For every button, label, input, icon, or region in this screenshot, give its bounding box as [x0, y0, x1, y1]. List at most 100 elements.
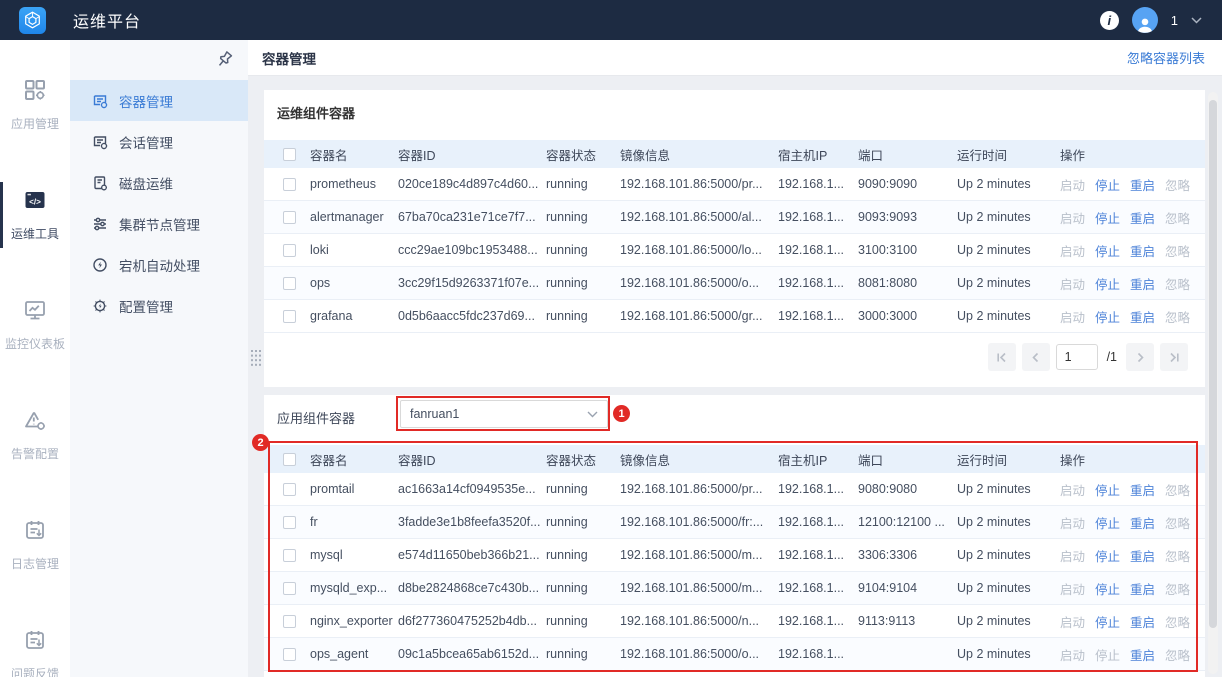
secondary-sidebar: 容器管理 会话管理 磁盘运维 集群节点管理 宕机自动处理 配置管理 — [70, 40, 248, 677]
row-checkbox[interactable] — [283, 244, 296, 258]
submenu-item-disk-ops[interactable]: 磁盘运维 — [70, 162, 248, 203]
submenu-item-label: 集群节点管理 — [119, 217, 200, 233]
ignore-container-list-link[interactable]: 忽略容器列表 — [1127, 48, 1205, 67]
column-header: 端口 — [858, 148, 884, 163]
action-start: 启动 — [1060, 211, 1086, 226]
sidebar-item-feedback[interactable]: 问题反馈 — [0, 628, 70, 677]
row-checkbox[interactable] — [283, 549, 296, 563]
action-stop[interactable]: 停止 — [1095, 517, 1120, 531]
cell-host: 192.168.1... — [778, 614, 845, 628]
sidebar-item-monitoring-dashboard[interactable]: 监控仪表板 — [0, 298, 70, 352]
page-total: /1 — [1106, 350, 1117, 364]
prev-page-button[interactable] — [1021, 343, 1050, 371]
row-checkbox[interactable] — [283, 178, 296, 192]
cell-name: ops — [310, 276, 331, 290]
page-number-input[interactable] — [1055, 344, 1098, 370]
action-stop[interactable]: 停止 — [1095, 616, 1120, 630]
column-header: 宿主机IP — [778, 148, 828, 163]
action-ignore: 忽略 — [1165, 648, 1191, 663]
vertical-scrollbar — [1208, 92, 1218, 674]
pagination: /1 — [987, 343, 1188, 371]
unpin-icon[interactable] — [213, 49, 235, 71]
app-logo-icon — [19, 6, 46, 34]
row-checkbox[interactable] — [283, 277, 296, 291]
log-calendar-icon — [23, 518, 47, 542]
cell-image: 192.168.101.86:5000/pr... — [620, 177, 763, 191]
chevron-down-icon[interactable] — [1191, 16, 1202, 24]
column-header: 运行时间 — [957, 148, 1008, 163]
doc-gear-icon — [92, 134, 108, 150]
row-checkbox[interactable] — [283, 648, 296, 662]
cell-name: nginx_exporter — [310, 614, 393, 628]
action-stop[interactable]: 停止 — [1095, 245, 1120, 259]
row-checkbox[interactable] — [283, 615, 296, 629]
action-restart[interactable]: 重启 — [1130, 212, 1155, 226]
select-all-checkbox[interactable] — [283, 453, 296, 467]
action-stop[interactable]: 停止 — [1095, 484, 1120, 498]
action-restart[interactable]: 重启 — [1130, 550, 1155, 564]
table-row: nginx_exporter d6f277360475252b4db... runn… — [264, 605, 1205, 638]
annotation-badge-2: 2 — [252, 434, 269, 451]
row-checkbox[interactable] — [283, 211, 296, 225]
cell-image: 192.168.101.86:5000/m... — [620, 548, 763, 562]
row-checkbox[interactable] — [283, 582, 296, 596]
user-avatar[interactable] — [1131, 7, 1158, 33]
action-restart[interactable]: 重启 — [1130, 245, 1155, 259]
action-restart[interactable]: 重启 — [1130, 517, 1155, 531]
action-restart[interactable]: 重启 — [1130, 484, 1155, 498]
row-checkbox[interactable] — [283, 483, 296, 497]
row-checkbox[interactable] — [283, 310, 296, 324]
action-stop[interactable]: 停止 — [1095, 179, 1120, 193]
first-page-button[interactable] — [987, 343, 1016, 371]
action-stop[interactable]: 停止 — [1095, 550, 1120, 564]
cell-name: fr — [310, 515, 318, 529]
action-restart[interactable]: 重启 — [1130, 616, 1155, 630]
action-stop[interactable]: 停止 — [1095, 311, 1120, 325]
sidebar-item-app-management[interactable]: 应用管理 — [0, 78, 70, 132]
cell-id: d6f277360475252b4db... — [398, 614, 538, 628]
action-restart[interactable]: 重启 — [1130, 583, 1155, 597]
next-page-button[interactable] — [1126, 343, 1154, 371]
submenu-item-session-management[interactable]: 会话管理 — [70, 121, 248, 162]
column-header: 操作 — [1060, 148, 1086, 163]
scrollbar-thumb[interactable] — [1209, 100, 1217, 628]
select-all-checkbox[interactable] — [283, 148, 296, 162]
action-restart[interactable]: 重启 — [1130, 179, 1155, 193]
cell-image: 192.168.101.86:5000/fr:... — [620, 515, 764, 529]
table-row: alertmanager 67ba70ca231e71ce7f7... runnin… — [264, 201, 1205, 234]
submenu-item-container-management[interactable]: 容器管理 — [70, 80, 248, 121]
cell-image: 192.168.101.86:5000/pr... — [620, 482, 763, 496]
action-stop[interactable]: 停止 — [1095, 212, 1120, 226]
code-window-icon: </> — [23, 188, 47, 212]
submenu-item-label: 宕机自动处理 — [119, 258, 200, 274]
primary-sidebar: 应用管理 </> 运维工具 监控仪表板 告警配置 日志管理 问题反馈 — [0, 40, 70, 677]
action-stop: 停止 — [1095, 648, 1121, 663]
action-stop[interactable]: 停止 — [1095, 278, 1120, 292]
sidebar-item-log-management[interactable]: 日志管理 — [0, 518, 70, 572]
panel-resize-handle-icon[interactable] — [251, 350, 261, 366]
column-header: 容器ID — [398, 453, 436, 468]
cell-id: 020ce189c4d897c4d60... — [398, 177, 539, 191]
container-group-select[interactable]: fanruan1 — [400, 400, 608, 428]
cell-port: 9080:9080 — [858, 482, 918, 496]
info-icon[interactable]: i — [1099, 10, 1119, 30]
row-checkbox[interactable] — [283, 516, 296, 530]
action-start: 启动 — [1060, 615, 1086, 630]
submenu-item-downtime-auto-handling[interactable]: 宕机自动处理 — [70, 244, 248, 285]
action-ignore: 忽略 — [1165, 310, 1191, 325]
action-stop[interactable]: 停止 — [1095, 583, 1120, 597]
action-restart[interactable]: 重启 — [1130, 311, 1155, 325]
submenu-item-config-management[interactable]: 配置管理 — [70, 285, 248, 326]
submenu-item-cluster-node-management[interactable]: 集群节点管理 — [70, 203, 248, 244]
cell-port: 12100:12100 ... — [858, 515, 945, 529]
action-restart[interactable]: 重启 — [1130, 649, 1155, 663]
sidebar-item-ops-tools[interactable]: </> 运维工具 — [0, 182, 70, 248]
action-restart[interactable]: 重启 — [1130, 278, 1155, 292]
sidebar-item-alert-config[interactable]: 告警配置 — [0, 408, 70, 462]
action-ignore: 忽略 — [1165, 483, 1191, 498]
table-header-row: 容器名 容器ID 容器状态 镜像信息 宿主机IP 端口 运行时间 操作 — [264, 140, 1205, 168]
column-header: 宿主机IP — [778, 453, 828, 468]
last-page-button[interactable] — [1160, 343, 1188, 371]
table-row: ops 3cc29f15d9263371f07e... running 192.168… — [264, 267, 1205, 300]
cell-uptime: Up 2 minutes — [957, 243, 1031, 257]
